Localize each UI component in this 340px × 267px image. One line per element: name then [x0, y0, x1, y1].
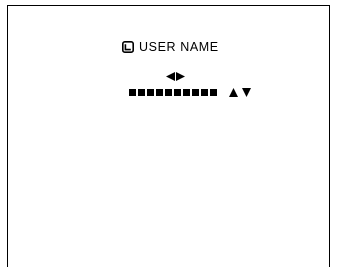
page-title: USER NAME [139, 40, 219, 54]
cursor-nav-arrows [166, 72, 185, 81]
name-character-cell[interactable] [192, 89, 199, 96]
down-arrow-icon [242, 88, 251, 97]
name-character-cell[interactable] [138, 89, 145, 96]
menu-page-icon [122, 41, 134, 53]
name-character-cell[interactable] [147, 89, 154, 96]
left-arrow-icon [166, 72, 175, 81]
menu-title: USER NAME [122, 40, 219, 54]
name-character-cells [129, 89, 217, 96]
name-character-cell[interactable] [129, 89, 136, 96]
name-character-cell[interactable] [210, 89, 217, 96]
up-arrow-icon [229, 88, 238, 97]
name-character-cell[interactable] [183, 89, 190, 96]
char-select-arrows [229, 88, 251, 97]
name-character-cell[interactable] [165, 89, 172, 96]
right-arrow-icon [176, 72, 185, 81]
name-character-cell[interactable] [156, 89, 163, 96]
name-character-cell[interactable] [174, 89, 181, 96]
name-character-cell[interactable] [201, 89, 208, 96]
user-name-field[interactable] [129, 88, 251, 97]
